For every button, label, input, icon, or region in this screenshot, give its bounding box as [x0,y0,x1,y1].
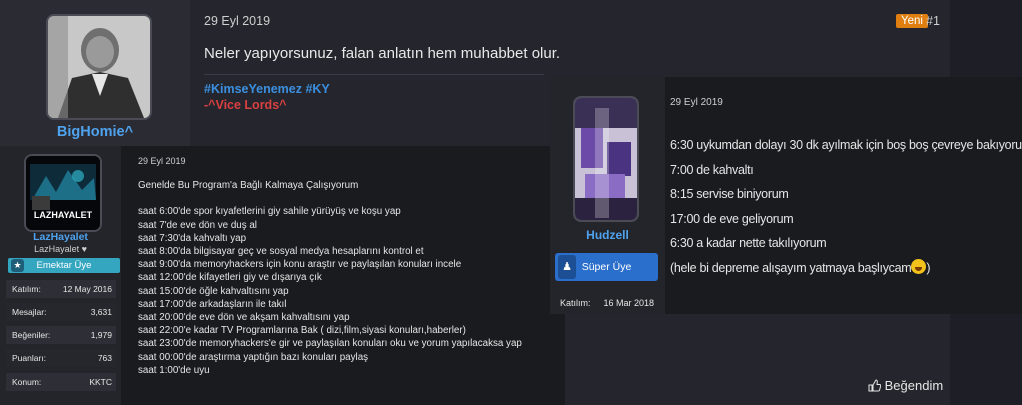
message-line: saat 15:00'de öğle kahvaltısını yap [138,285,289,297]
like-label: Beğendim [884,378,944,393]
avatar[interactable] [46,14,152,120]
message-line: saat 1:00'de uyu [138,364,210,376]
stat-key: Katılım: [560,298,591,308]
message-line: 6:30 uykumdan dolayı 30 dk ayılmak için … [670,138,1022,152]
stat-key: Katılım: [12,284,41,294]
stat-row-messages: Mesajlar: 3,631 [6,303,116,321]
new-badge: Yeni [896,14,928,28]
stat-value: 16 Mar 2018 [603,298,654,308]
rank-label: Emektar Üye [36,260,92,271]
avatar-logo-text: LAZHAYALET [34,210,93,220]
message-text: (hele bi depreme alışayım yatmaya başlıy… [670,260,912,275]
main-post-message: Neler yapıyorsunuz, falan anlatın hem mu… [204,45,561,62]
stat-value: 1,979 [90,330,112,340]
main-post-date[interactable]: 29 Eyl 2019 [204,14,270,28]
message-closing: ) [926,260,931,275]
message-line: saat 12:00'de kifayetleri giy ve dışarıy… [138,272,322,284]
thumbs-up-icon [868,379,882,392]
avatar[interactable] [573,96,639,222]
rank-banner: ♟ Süper Üye [555,253,658,281]
post-number-link[interactable]: #1 [926,14,940,28]
avatar[interactable]: LAZHAYALET [24,154,102,232]
avatar-image: LAZHAYALET [26,156,100,230]
message-line: saat 7'de eve dön ve duş al [138,219,257,231]
rank-banner: ★ Emektar Üye [8,258,120,273]
stat-value: 3,631 [90,307,112,317]
signature-line-2: -^Vice Lords^ [204,98,287,112]
message-line: saat 22:00'e kadar TV Programlarına Bak … [138,325,466,337]
stat-key: Puanları: [12,353,47,363]
message-line: saat 23:00'de memoryhackers'e gir ve pay… [138,338,522,350]
stat-row-joined: Katılım: 16 Mar 2018 [552,298,660,308]
message-line: saat 6:00'de spor kıyafetlerini giy sahi… [138,206,401,218]
stat-key: Beğeniler: [12,330,51,340]
stat-row-likes: Beğeniler: 1,979 [6,326,116,344]
stat-key: Mesajlar: [12,307,47,317]
stat-value: KKTC [89,377,112,387]
message-line: 8:15 servise biniyorum [670,187,789,202]
left-post-username[interactable]: LazHayalet [0,231,121,243]
stat-value: 12 May 2016 [62,284,112,294]
left-post-message: Genelde Bu Program'a Bağlı Kalmaya Çalış… [138,179,522,377]
message-line: 6:30 a kadar nette takılıyorum [670,236,827,251]
main-post-username[interactable]: BigHomie^ [0,124,190,140]
message-line: 17:00 de eve geliyorum [670,211,794,226]
message-line: saat 00:00'de araştırma yaptığın bazı ko… [138,351,369,363]
message-line-last: (hele bi depreme alışayım yatmaya başlıy… [670,256,1022,281]
signature-line-1: #KimseYenemez #KY [204,82,330,96]
user-title: LazHayalet ♥ [34,244,87,254]
message-line: saat 7:30'da kahvaltı yap [138,232,247,244]
right-post-date[interactable]: 29 Eyl 2019 [670,97,723,108]
avatar-image [575,98,637,220]
stat-row-joined: Katılım: 12 May 2016 [6,280,116,298]
message-line [138,192,522,205]
like-button[interactable]: Beğendim [868,378,943,393]
stat-row-location: Konum: KKTC [6,373,116,391]
signature-divider [204,74,544,75]
avatar-image [48,16,150,118]
message-line: saat 8:00'da bilgisayar geç ve sosyal me… [138,246,424,258]
message-line: saat 9:00'da memoryhackers için konu ara… [138,259,462,271]
right-post-username[interactable]: Hudzell [550,228,665,242]
rank-label: Süper Üye [581,261,632,273]
right-post-message: 6:30 uykumdan dolayı 30 dk ayılmak için … [670,133,1022,281]
stat-row-points: Puanları: 763 [6,349,116,367]
message-line: Genelde Bu Program'a Bağlı Kalmaya Çalış… [138,180,359,191]
message-line: saat 17:00'de arkadaşların ile takıl [138,298,287,310]
left-post-date[interactable]: 29 Eyl 2019 [138,156,186,166]
stat-key: Konum: [12,377,42,387]
message-line: saat 20:00'de eve dön ve akşam kahvaltıs… [138,312,350,324]
grinning-smiley-icon [911,258,927,274]
stat-value: 763 [97,353,112,363]
message-line: 7:00 de kahvaltı [670,162,754,177]
